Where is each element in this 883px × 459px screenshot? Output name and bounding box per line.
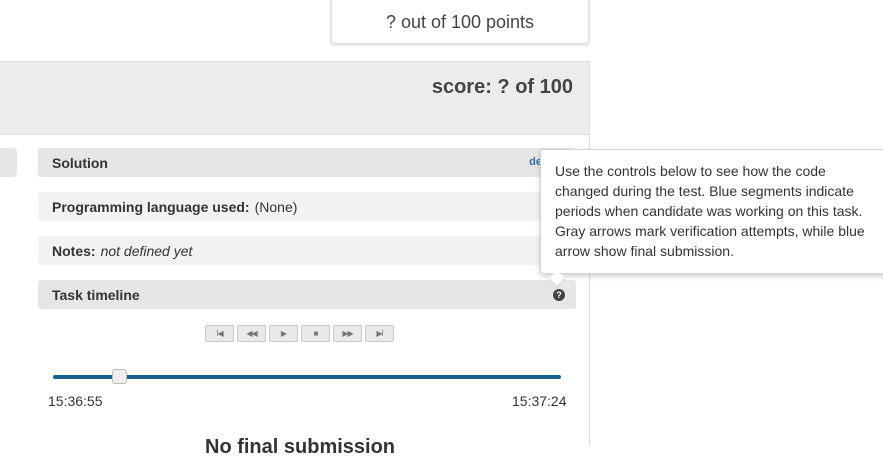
skip-to-end-icon: ▶I — [376, 329, 383, 338]
timeline-slider-handle[interactable] — [111, 369, 127, 384]
score-header: score: ? of 100 — [0, 62, 589, 135]
play-button[interactable]: ▶ — [269, 325, 298, 342]
notes-value: not defined yet — [100, 242, 193, 259]
solution-row[interactable]: Solution de — [38, 148, 576, 177]
skip-to-end-button[interactable]: ▶I — [365, 325, 394, 342]
timeline-slider-track[interactable] — [53, 375, 561, 379]
rewind-button[interactable]: ◀◀ — [237, 325, 266, 342]
tooltip-text: Use the controls below to see how the co… — [555, 163, 865, 259]
final-submission-status: No final submission — [205, 436, 396, 458]
timeline-start-time: 15:36:55 — [48, 393, 103, 409]
timeline-help-tooltip: Use the controls below to see how the co… — [540, 149, 883, 274]
rewind-icon: ◀◀ — [246, 329, 257, 338]
language-label: Programming language used: — [52, 198, 250, 215]
task-timeline-row: Task timeline ? — [38, 280, 576, 309]
notes-row: Notes: not defined yet — [38, 236, 576, 265]
skip-to-start-button[interactable]: I◀ — [205, 325, 234, 342]
solution-label: Solution — [52, 154, 108, 171]
play-icon: ▶ — [280, 329, 287, 338]
timeline-end-time: 15:37:24 — [512, 393, 567, 409]
skip-to-start-icon: I◀ — [216, 329, 223, 338]
points-summary-box: ? out of 100 points — [331, 0, 589, 44]
language-value: (None) — [254, 198, 298, 215]
playback-controls: I◀ ◀◀ ▶ ■ ▶▶ ▶I — [205, 325, 394, 342]
fast-forward-icon: ▶▶ — [342, 329, 353, 338]
points-text: ? out of 100 points — [385, 11, 535, 32]
task-timeline-label: Task timeline — [52, 286, 140, 303]
help-icon[interactable]: ? — [553, 289, 565, 301]
left-panel-tab — [0, 148, 17, 177]
fast-forward-button[interactable]: ▶▶ — [333, 325, 362, 342]
stop-button[interactable]: ■ — [301, 325, 330, 342]
notes-label: Notes: — [52, 242, 96, 259]
stop-icon: ■ — [313, 329, 319, 338]
language-row: Programming language used: (None) — [38, 192, 576, 221]
score-title: score: ? of 100 — [431, 76, 573, 98]
